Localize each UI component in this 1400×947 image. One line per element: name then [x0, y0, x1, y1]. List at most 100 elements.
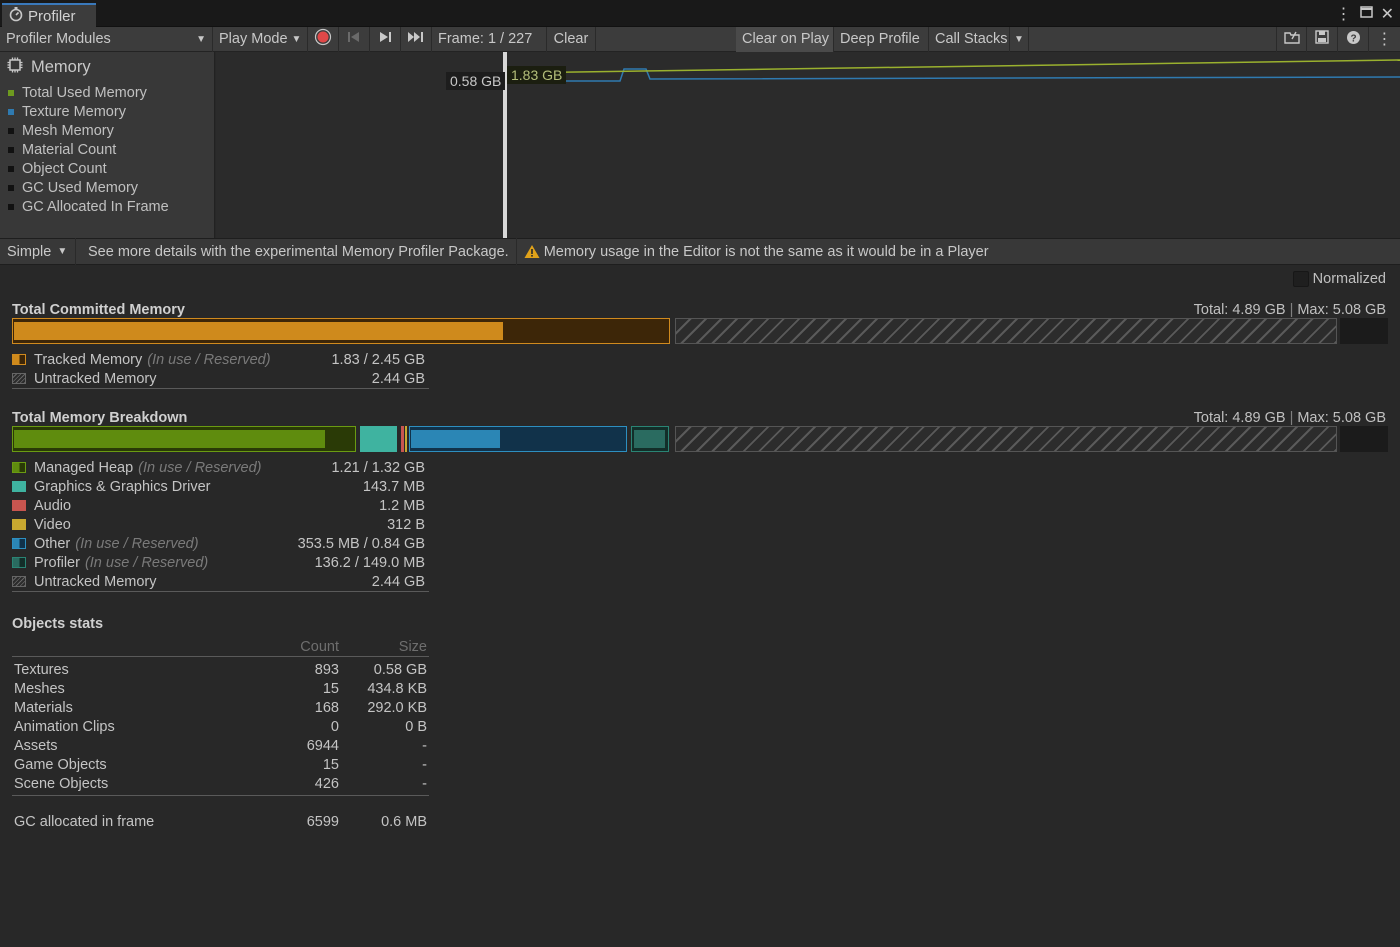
legend-row-label: Untracked Memory: [34, 370, 157, 387]
more-options-icon[interactable]: ⋮: [1336, 4, 1352, 24]
legend-row-label: Tracked Memory: [34, 351, 143, 368]
other-memory-bar[interactable]: [409, 426, 627, 452]
legend-row-label: Graphics & Graphics Driver: [34, 478, 211, 495]
objects-stats-row: Meshes 15 434.8 KB: [12, 679, 429, 698]
profiler-modules-dropdown[interactable]: Profiler Modules ▼: [0, 26, 213, 52]
objects-stats-name: Animation Clips: [14, 718, 115, 735]
video-bar[interactable]: [405, 426, 407, 452]
objects-stats-row: Materials 168 292.0 KB: [12, 698, 429, 717]
objects-stats-count: 893: [314, 661, 339, 678]
memory-chart[interactable]: 0.58 GB 1.83 GB: [216, 52, 1400, 238]
breakdown-max-remaining-bar: [1340, 426, 1388, 452]
chart-legend-item[interactable]: Object Count: [0, 159, 214, 178]
chart-legend-label: Object Count: [22, 160, 107, 177]
legend-row-label: Untracked Memory: [34, 573, 157, 590]
legend-color-swatch: [12, 538, 26, 549]
memory-legend-row: Untracked Memory 2.44 GB: [12, 572, 429, 591]
memory-legend-row: Tracked Memory (In use / Reserved) 1.83 / …: [12, 350, 429, 369]
chart-legend-label: Mesh Memory: [22, 122, 114, 139]
call-stacks-toggle[interactable]: Call Stacks: [929, 26, 1010, 52]
legend-row-value: 136.2 / 149.0 MB: [314, 554, 425, 571]
untracked-memory-bar[interactable]: [675, 318, 1337, 344]
legend-color-swatch: [12, 500, 26, 511]
chart-legend-item[interactable]: GC Used Memory: [0, 178, 214, 197]
clear-button[interactable]: Clear: [547, 26, 596, 52]
legend-row-sublabel: (In use / Reserved): [147, 351, 271, 368]
chevron-down-icon: ▼: [57, 246, 68, 257]
objects-stats-count: 15: [322, 680, 339, 697]
normalized-checkbox[interactable]: [1292, 271, 1309, 287]
legend-color-swatch: [12, 576, 26, 587]
legend-row-label: Profiler: [34, 554, 80, 571]
objects-stats-name: Assets: [14, 737, 58, 754]
graphics-driver-bar[interactable]: [360, 426, 397, 452]
objects-stats-count: 15: [322, 756, 339, 773]
play-mode-label: Play Mode: [219, 31, 288, 47]
committed-totals: Total: 4.89 GB | Max: 5.08 GB: [1193, 302, 1386, 318]
last-frame-button[interactable]: [401, 26, 432, 52]
legend-row-label: Audio: [34, 497, 72, 514]
series-color-swatch: [8, 108, 14, 115]
objects-stats-size: -: [422, 756, 427, 773]
load-button[interactable]: [1276, 26, 1307, 52]
memory-legend-row: Graphics & Graphics Driver 143.7 MB: [12, 477, 429, 496]
record-button[interactable]: [308, 26, 339, 52]
objects-stats-size: 0.58 GB: [373, 661, 427, 678]
chart-legend-item[interactable]: Mesh Memory: [0, 121, 214, 140]
profiler-memory-bar[interactable]: [631, 426, 669, 452]
memory-profiler-package-link[interactable]: See more details with the experimental M…: [76, 238, 517, 265]
clear-on-play-toggle[interactable]: Clear on Play: [736, 26, 834, 52]
toolbar-menu-button[interactable]: ⋮: [1369, 27, 1400, 52]
chart-legend-label: GC Used Memory: [22, 179, 139, 196]
total-used-memory-line: [507, 59, 1400, 74]
series-color-swatch: [8, 184, 14, 191]
committed-legend: Tracked Memory (In use / Reserved) 1.83 / …: [12, 350, 429, 389]
managed-heap-bar[interactable]: [12, 426, 356, 452]
legend-row-label: Video: [34, 516, 71, 533]
view-mode-dropdown[interactable]: Simple ▼: [0, 238, 76, 265]
legend-row-value: 1.21 / 1.32 GB: [331, 459, 425, 476]
untracked-breakdown-bar[interactable]: [675, 426, 1337, 452]
memory-chart-graph: [503, 52, 1400, 238]
profiler-modules-label: Profiler Modules: [6, 31, 111, 47]
gc-allocated-count: 6599: [306, 813, 339, 830]
profiler-tab[interactable]: Profiler: [2, 3, 96, 27]
fast-forward-icon: [407, 30, 425, 48]
details-toolbar: Simple ▼ See more details with the exper…: [0, 238, 1400, 265]
total-memory-breakdown-title: Total Memory Breakdown: [12, 410, 188, 426]
series-color-swatch: [8, 165, 14, 172]
tracked-memory-bar[interactable]: [12, 318, 670, 344]
objects-stats-title: Objects stats: [12, 616, 104, 632]
save-button[interactable]: [1307, 26, 1338, 52]
chart-legend-label: Total Used Memory: [22, 84, 147, 101]
profiler-toolbar: Profiler Modules ▼ Play Mode ▼ Frame: 1 …: [0, 26, 1400, 52]
chart-legend-item[interactable]: Material Count: [0, 140, 214, 159]
chevron-down-icon: ▼: [196, 33, 206, 45]
tab-title: Profiler: [28, 7, 76, 25]
chart-legend-label: Material Count: [22, 141, 117, 158]
call-stacks-dropdown[interactable]: ▼: [1010, 26, 1029, 52]
title-bar: Profiler ⋮ ✕: [0, 0, 1400, 27]
objects-stats-count: 0: [330, 718, 339, 735]
chart-legend-item[interactable]: GC Allocated In Frame: [0, 197, 214, 216]
close-icon[interactable]: ✕: [1381, 4, 1394, 24]
chart-legend-item[interactable]: Total Used Memory: [0, 83, 214, 102]
committed-max-remaining-bar: [1340, 318, 1388, 344]
audio-bar[interactable]: [401, 426, 404, 452]
legend-row-sublabel: (In use / Reserved): [138, 459, 262, 476]
next-frame-button[interactable]: [370, 26, 401, 52]
chevron-down-icon: ▼: [291, 33, 302, 45]
objects-stats-size: -: [422, 737, 427, 754]
memory-module-header[interactable]: Memory: [0, 52, 214, 83]
managed-heap-in-use-fill: [14, 430, 325, 448]
help-button[interactable]: ?: [1338, 26, 1369, 52]
more-options-icon: ⋮: [1376, 31, 1393, 48]
maximize-icon[interactable]: [1359, 5, 1373, 23]
normalized-toggle[interactable]: Normalized: [1292, 271, 1386, 287]
help-icon: ?: [1346, 30, 1361, 49]
first-frame-button[interactable]: [339, 26, 370, 52]
deep-profile-toggle[interactable]: Deep Profile: [834, 26, 929, 52]
other-in-use-fill: [411, 430, 500, 448]
play-mode-dropdown[interactable]: Play Mode ▼: [213, 26, 308, 52]
chart-legend-item[interactable]: Texture Memory: [0, 102, 214, 121]
